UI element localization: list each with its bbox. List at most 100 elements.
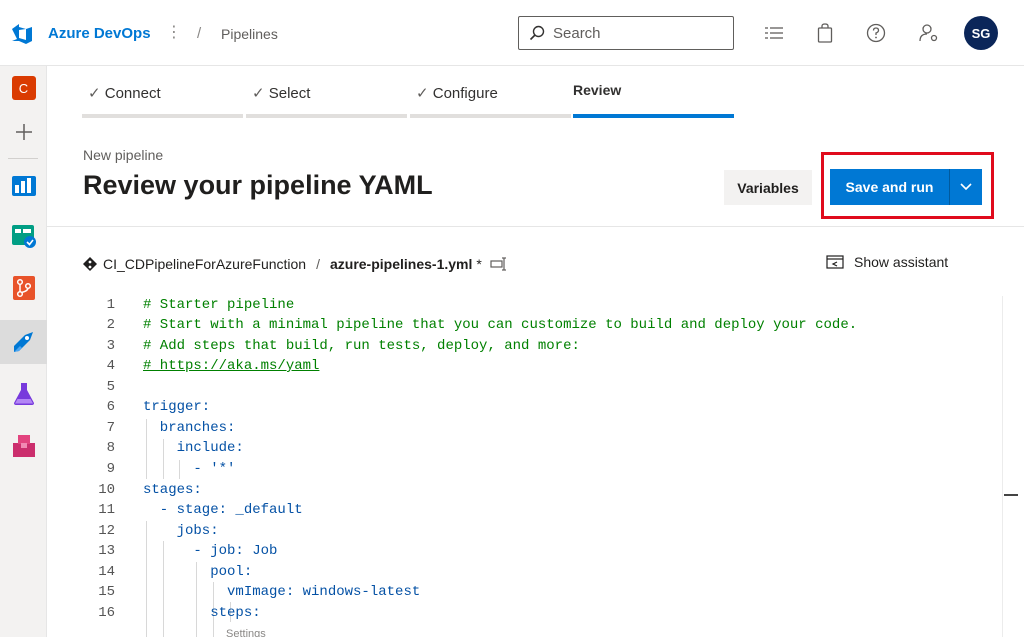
variables-button[interactable]: Variables — [724, 170, 812, 205]
show-assistant-label: Show assistant — [854, 254, 949, 270]
file-path-bar: CI_CDPipelineForAzureFunction / azure-pi… — [83, 254, 508, 274]
search-icon — [529, 25, 545, 41]
step-select[interactable]: ✓ Select — [246, 76, 407, 118]
save-and-run-button[interactable]: Save and run — [830, 169, 949, 205]
code-line: 6 trigger: — [90, 399, 1000, 419]
checkmark-icon: ✓ — [416, 85, 433, 102]
more-options-icon[interactable]: ⋮ — [166, 22, 182, 42]
step-review-bar — [573, 114, 734, 118]
artifacts-icon[interactable] — [0, 424, 47, 468]
line-number: 11 — [98, 502, 115, 518]
path-separator: / — [316, 256, 320, 272]
brand-link[interactable]: Azure DevOps — [48, 25, 151, 42]
step-connect-text: Connect — [104, 85, 161, 102]
repo-diamond-icon — [83, 257, 97, 271]
step-connect-bar — [82, 114, 243, 118]
show-assistant-button[interactable]: Show assistant — [826, 254, 948, 270]
add-icon[interactable] — [0, 110, 47, 154]
rename-file-icon[interactable] — [490, 257, 508, 271]
test-plans-flask-icon[interactable] — [0, 372, 47, 416]
line-number: 13 — [98, 543, 115, 559]
line-number: 2 — [106, 317, 115, 333]
step-review[interactable]: Review — [573, 76, 734, 118]
code-text: trigger: — [143, 399, 211, 415]
code-text: branches: — [143, 420, 236, 436]
step-configure-bar — [410, 114, 571, 118]
azure-devops-logo-icon[interactable] — [10, 22, 34, 46]
line-number: 15 — [98, 584, 115, 600]
line-number: 7 — [106, 420, 115, 436]
code-text: jobs: — [143, 523, 219, 539]
code-line: 14 pool: — [90, 564, 1000, 584]
line-number: 5 — [106, 379, 115, 395]
settings-codelens[interactable]: Settings — [226, 628, 266, 637]
step-select-label: ✓ Select — [252, 84, 310, 102]
help-icon[interactable] — [865, 22, 887, 44]
save-and-run-dropdown[interactable] — [949, 169, 982, 205]
code-text: - '*' — [143, 461, 236, 477]
step-select-text: Select — [268, 85, 311, 102]
line-number: 3 — [106, 338, 115, 354]
code-line: 7 branches: — [90, 420, 1000, 440]
line-number: 6 — [106, 399, 115, 415]
user-settings-icon[interactable] — [918, 22, 940, 44]
code-text: # Start with a minimal pipeline that you… — [143, 317, 858, 333]
left-navigation-rail: C — [0, 66, 47, 637]
rail-divider — [8, 158, 38, 159]
chevron-down-icon — [960, 183, 972, 191]
code-text: # Starter pipeline — [143, 297, 295, 313]
code-text: stages: — [143, 482, 202, 498]
line-number: 16 — [98, 605, 115, 621]
test-plans-icon[interactable] — [0, 214, 47, 258]
assistant-panel-icon — [826, 255, 844, 269]
code-line: 1 # Starter pipeline — [90, 297, 1000, 317]
search-input[interactable] — [553, 23, 723, 43]
marketplace-bag-icon[interactable] — [814, 22, 836, 44]
code-link[interactable]: # https://aka.ms/yaml — [143, 358, 319, 374]
top-bar: Azure DevOps ⋮ / Pipelines SG — [0, 0, 1024, 66]
task-list-icon[interactable] — [763, 22, 785, 44]
pipelines-icon[interactable] — [0, 320, 47, 364]
code-text: - stage: _default — [143, 502, 303, 518]
code-text: include: — [143, 440, 244, 456]
project-initial: C — [11, 76, 36, 100]
code-text: pool: — [143, 564, 253, 580]
code-line: 11 - stage: _default — [90, 502, 1000, 522]
breadcrumb-pipelines[interactable]: Pipelines — [221, 26, 278, 42]
yaml-editor[interactable]: 1 # Starter pipeline 2 # Start with a mini… — [90, 294, 1000, 637]
line-number: 9 — [106, 461, 115, 477]
code-text: vmImage: windows-latest — [143, 584, 421, 600]
repo-name-link[interactable]: CI_CDPipelineForAzureFunction — [103, 256, 306, 272]
search-box[interactable] — [518, 16, 734, 50]
step-review-text: Review — [573, 82, 622, 98]
code-line: 10 stages: — [90, 482, 1000, 502]
boards-icon[interactable] — [0, 164, 47, 208]
checkmark-icon: ✓ — [252, 85, 269, 102]
code-line: 3 # Add steps that build, run tests, depl… — [90, 338, 1000, 358]
code-text: - job: Job — [143, 543, 278, 559]
checkmark-icon: ✓ — [88, 85, 105, 102]
repos-icon[interactable] — [0, 266, 47, 310]
code-line: 5 — [90, 379, 1000, 399]
code-line: 9 - '*' — [90, 461, 1000, 481]
step-select-bar — [246, 114, 407, 118]
code-line: 2 # Start with a minimal pipeline that yo… — [90, 317, 1000, 337]
step-configure-label: ✓ Configure — [416, 84, 498, 102]
line-number: 4 — [106, 358, 115, 374]
step-configure[interactable]: ✓ Configure — [410, 76, 571, 118]
code-line: 8 include: — [90, 440, 1000, 460]
project-icon[interactable]: C — [0, 66, 47, 110]
line-number: 14 — [98, 564, 115, 580]
file-name[interactable]: azure-pipelines-1.yml — [330, 256, 472, 272]
breadcrumb-separator: / — [197, 25, 202, 42]
step-connect-label: ✓ Connect — [88, 84, 161, 102]
page-subtitle: New pipeline — [83, 147, 164, 163]
header-divider — [47, 226, 1024, 227]
user-avatar[interactable]: SG — [964, 16, 998, 50]
code-line: 15 vmImage: windows-latest — [90, 584, 1000, 604]
step-configure-text: Configure — [432, 85, 498, 102]
editor-scrollbar-track[interactable] — [1002, 296, 1003, 637]
step-connect[interactable]: ✓ Connect — [82, 76, 243, 118]
line-number: 1 — [106, 297, 115, 313]
line-number: 12 — [98, 523, 115, 539]
